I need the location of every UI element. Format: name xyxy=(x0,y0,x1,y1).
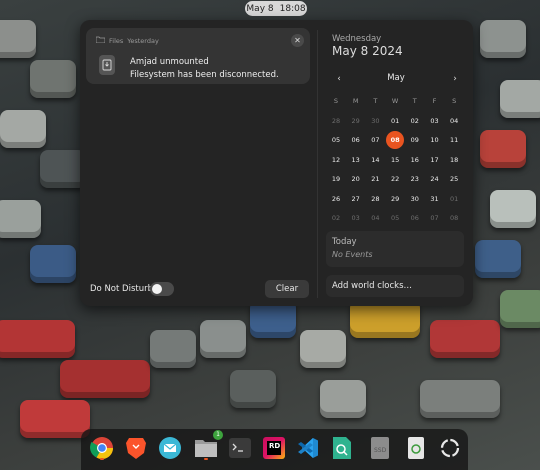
clock-date: May 8 xyxy=(246,3,274,14)
folder-icon xyxy=(95,36,106,45)
clear-button[interactable]: Clear xyxy=(265,280,309,298)
calendar-day[interactable]: 02 xyxy=(406,112,424,130)
calendar-day[interactable]: 20 xyxy=(347,170,365,188)
rider-icon[interactable]: RD xyxy=(260,434,288,462)
calendar-day[interactable]: 13 xyxy=(347,151,365,169)
calendar-day[interactable]: 10 xyxy=(426,131,444,149)
notification-time: Yesterday xyxy=(127,36,159,45)
close-icon[interactable]: ✕ xyxy=(291,34,304,47)
rider-label: RD xyxy=(269,442,281,450)
calendar-day[interactable]: 18 xyxy=(445,151,463,169)
full-date-label[interactable]: May 8 2024 xyxy=(332,44,403,58)
calendar-day[interactable]: 28 xyxy=(327,112,345,130)
divider xyxy=(317,30,318,298)
toggle-knob xyxy=(152,284,162,294)
calendar-day[interactable]: 15 xyxy=(386,151,404,169)
weekday-label[interactable]: Wednesday xyxy=(332,34,381,44)
calendar-day[interactable]: 25 xyxy=(445,170,463,188)
clock-time: 18:08 xyxy=(279,3,306,14)
calendar-day[interactable]: 17 xyxy=(426,151,444,169)
day-header: T xyxy=(373,97,378,105)
calendar-day[interactable]: 08 xyxy=(445,209,463,227)
calendar-day[interactable]: 09 xyxy=(406,131,424,149)
calendar-column: Wednesday May 8 2024 ‹ May › S M T W T F S 28 29… xyxy=(326,20,466,306)
calendar-day[interactable]: 01 xyxy=(445,190,463,208)
trash-icon[interactable] xyxy=(402,434,430,462)
running-indicator xyxy=(204,458,208,460)
events-empty-label: No Events xyxy=(332,250,373,259)
chrome-icon[interactable] xyxy=(88,434,116,462)
calendar-day[interactable]: 11 xyxy=(445,131,463,149)
search-icon[interactable] xyxy=(328,434,356,462)
calendar-day[interactable]: 31 xyxy=(426,190,444,208)
date-menu-popover: Files Yesterday ✕ Amjad unmounted Filesy… xyxy=(80,20,473,306)
files-icon[interactable]: 1 xyxy=(192,430,223,462)
notification-header: Files Yesterday xyxy=(95,36,159,45)
notification-app: Files xyxy=(109,36,124,45)
calendar-day[interactable]: 30 xyxy=(366,112,384,130)
calendar-day[interactable]: 23 xyxy=(406,170,424,188)
month-name: May xyxy=(387,73,405,83)
day-header: W xyxy=(391,97,399,105)
notification-card[interactable]: Files Yesterday ✕ Amjad unmounted Filesy… xyxy=(86,28,310,84)
apps-grid-icon[interactable] xyxy=(436,434,464,462)
events-section[interactable]: Today No Events xyxy=(326,231,464,267)
calendar-day[interactable]: 01 xyxy=(386,112,404,130)
calendar-day[interactable]: 04 xyxy=(445,112,463,130)
calendar-day[interactable]: 29 xyxy=(347,112,365,130)
day-header: S xyxy=(452,97,457,105)
day-header: S xyxy=(333,97,339,105)
do-not-disturb-label: Do Not Disturb xyxy=(90,284,153,294)
notification-badge: 1 xyxy=(213,430,223,440)
calendar-day[interactable]: 14 xyxy=(366,151,384,169)
calendar-day[interactable]: 06 xyxy=(406,209,424,227)
clock-button[interactable]: May 8 18:08 xyxy=(245,1,307,16)
calendar-day[interactable]: 06 xyxy=(347,131,365,149)
calendar-day[interactable]: 05 xyxy=(386,209,404,227)
calendar-day[interactable]: 30 xyxy=(406,190,424,208)
calendar-day[interactable]: 26 xyxy=(327,190,345,208)
mail-icon[interactable] xyxy=(156,434,184,462)
chevron-right-icon[interactable]: › xyxy=(448,72,462,86)
day-header: F xyxy=(432,97,437,105)
calendar-day[interactable]: 05 xyxy=(327,131,345,149)
add-world-clocks-button[interactable]: Add world clocks… xyxy=(326,275,464,297)
calendar-day[interactable]: 02 xyxy=(327,209,345,227)
brave-icon[interactable] xyxy=(122,434,150,462)
day-header: M xyxy=(352,97,359,105)
notification-title: Amjad unmounted xyxy=(130,57,209,67)
calendar-day[interactable]: 12 xyxy=(327,151,345,169)
calendar-day[interactable]: 04 xyxy=(366,209,384,227)
drive-icon xyxy=(99,55,115,75)
calendar-day[interactable]: 03 xyxy=(347,209,365,227)
calendar-day[interactable]: 08 xyxy=(386,131,405,149)
top-bar: May 8 18:08 xyxy=(0,0,540,16)
notification-body: Filesystem has been disconnected. xyxy=(130,70,279,80)
calendar-day[interactable]: 27 xyxy=(347,190,365,208)
calendar-day[interactable]: 28 xyxy=(366,190,384,208)
calendar-day[interactable]: 03 xyxy=(426,112,444,130)
running-indicator xyxy=(100,458,104,460)
events-title: Today xyxy=(332,237,357,247)
ssd-label: SSD xyxy=(374,447,387,454)
calendar-day[interactable]: 07 xyxy=(366,131,384,149)
chevron-left-icon[interactable]: ‹ xyxy=(332,72,346,86)
day-header: T xyxy=(412,97,417,105)
do-not-disturb-toggle[interactable] xyxy=(150,282,174,296)
dock: 1 RD SSD xyxy=(81,429,468,470)
notification-list: Files Yesterday ✕ Amjad unmounted Filesy… xyxy=(80,20,316,306)
calendar-day[interactable]: 16 xyxy=(406,151,424,169)
calendar-day[interactable]: 22 xyxy=(386,170,404,188)
ssd-icon[interactable]: SSD xyxy=(366,434,394,462)
calendar-day[interactable]: 24 xyxy=(426,170,444,188)
calendar-day[interactable]: 07 xyxy=(426,209,444,227)
terminal-icon[interactable] xyxy=(226,434,254,462)
calendar-day[interactable]: 19 xyxy=(327,170,345,188)
month-header: ‹ May › xyxy=(326,72,466,86)
vscode-icon[interactable] xyxy=(294,434,322,462)
calendar-day[interactable]: 21 xyxy=(366,170,384,188)
calendar-day[interactable]: 29 xyxy=(386,190,404,208)
